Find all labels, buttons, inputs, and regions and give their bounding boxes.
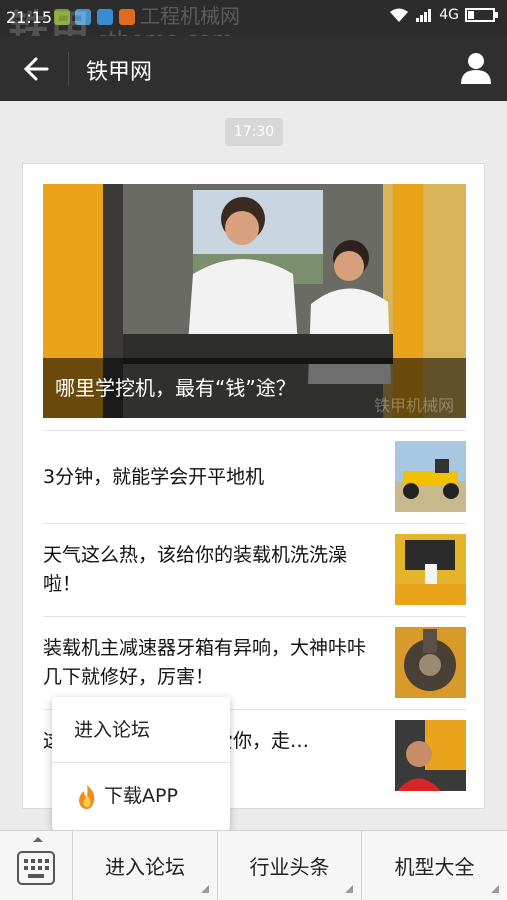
article-title: 装载机主减速器牙箱有异响，大神咔咔几下就修好，厉害！ bbox=[43, 637, 367, 688]
submenu-indicator-icon bbox=[491, 885, 499, 893]
submenu-item-forum[interactable]: 进入论坛 bbox=[52, 697, 230, 763]
submenu-item-label: 下载APP bbox=[104, 785, 178, 807]
article-thumbnail bbox=[395, 627, 466, 698]
hero-article[interactable]: 哪里学挖机，最有“钱”途？ 铁甲机械网 bbox=[43, 184, 466, 418]
article-thumbnail bbox=[395, 534, 466, 605]
title-bar: 铁甲网 bbox=[0, 36, 507, 101]
expand-arrow-icon bbox=[33, 837, 43, 842]
back-arrow-icon[interactable] bbox=[14, 52, 50, 86]
menu-label: 进入论坛 bbox=[105, 855, 185, 879]
list-item[interactable]: 天气这么热，该给你的装载机洗洗澡啦！ bbox=[43, 523, 466, 616]
submenu-indicator-icon bbox=[201, 885, 209, 893]
battery-icon bbox=[465, 8, 498, 22]
hero-watermark: 铁甲机械网 bbox=[373, 396, 454, 415]
article-thumbnail bbox=[395, 720, 466, 791]
article-title: 天气这么热，该给你的装载机洗洗澡啦！ bbox=[43, 544, 348, 595]
forum-submenu: 进入论坛 下载APP bbox=[52, 697, 230, 830]
network-type: 4G bbox=[439, 7, 459, 23]
menu-label: 机型大全 bbox=[394, 855, 475, 879]
screenshot-notification-icon bbox=[97, 9, 113, 25]
signal-icon bbox=[416, 9, 432, 22]
menu-label: 行业头条 bbox=[249, 855, 330, 879]
watermark-text: 工程机械网 bbox=[140, 4, 240, 28]
menu-forum[interactable]: 进入论坛 bbox=[73, 831, 218, 900]
article-thumbnail bbox=[395, 441, 466, 512]
article-title: 3分钟，就能学会开平地机 bbox=[43, 466, 265, 488]
list-item[interactable]: 3分钟，就能学会开平地机 bbox=[43, 430, 466, 523]
fire-icon bbox=[79, 784, 95, 809]
profile-icon[interactable] bbox=[459, 50, 493, 86]
page-title: 铁甲网 bbox=[86, 60, 153, 85]
submenu-indicator-icon bbox=[345, 885, 353, 893]
message-time: 17:30 bbox=[225, 118, 283, 146]
menu-industry-news[interactable]: 行业头条 bbox=[218, 831, 362, 900]
title-divider bbox=[68, 52, 69, 86]
status-bar: 21:15 铁甲 工程机械网 cthome.com 4G bbox=[0, 0, 507, 52]
menu-model-catalog[interactable]: 机型大全 bbox=[362, 831, 507, 900]
submenu-item-download-app[interactable]: 下载APP bbox=[52, 763, 230, 829]
keyboard-icon bbox=[17, 851, 55, 885]
list-item[interactable]: 装载机主减速器牙箱有异响，大神咔咔几下就修好，厉害！ bbox=[43, 616, 466, 709]
bottom-menu-bar: 进入论坛 行业头条 机型大全 bbox=[0, 830, 507, 900]
app-notification-icon-2 bbox=[119, 9, 135, 25]
keyboard-toggle[interactable] bbox=[0, 831, 73, 900]
wifi-icon bbox=[390, 8, 409, 22]
